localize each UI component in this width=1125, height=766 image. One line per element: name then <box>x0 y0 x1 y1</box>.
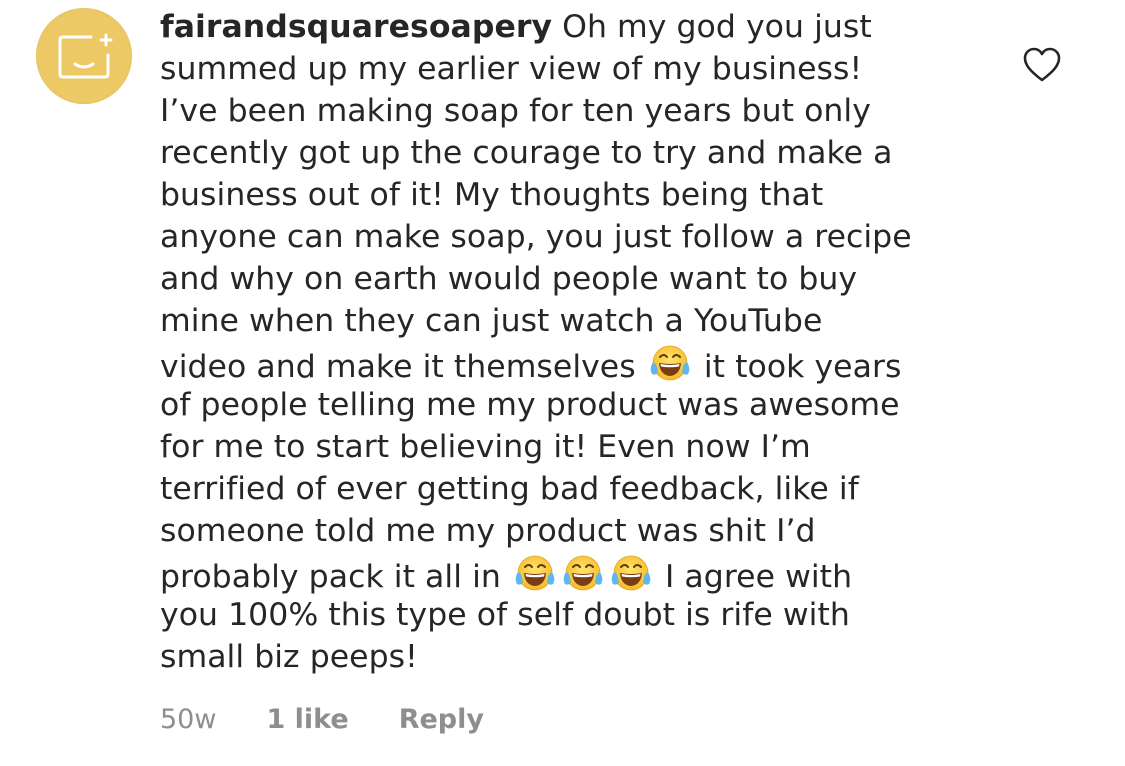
comment-line: recently got up the courage to try and m… <box>160 135 893 171</box>
comment-item: fairandsquaresoapery Oh my god you just … <box>0 0 1125 766</box>
heart-icon[interactable] <box>1022 46 1062 84</box>
comment-line: probably pack it all in I agree with <box>160 552 970 596</box>
face-with-tears-of-joy-icon <box>561 552 605 596</box>
comment-line: video and make it themselves it took yea… <box>160 342 970 386</box>
comment-line: business out of it! My thoughts being th… <box>160 177 824 213</box>
comment-line-text: I agree with <box>654 559 853 595</box>
comment-text: fairandsquaresoapery Oh my god you just … <box>160 6 970 678</box>
comment-age: 50w <box>160 704 217 735</box>
avatar[interactable] <box>36 8 132 104</box>
comment-line: I’ve been making soap for ten years but … <box>160 93 871 129</box>
comment-line: small biz peeps! <box>160 639 418 675</box>
comment-line-text: it took years <box>693 349 902 385</box>
comment-username[interactable]: fairandsquaresoapery <box>160 9 552 45</box>
reply-button[interactable]: Reply <box>399 700 484 740</box>
comment-line: summed up my earlier view of my business… <box>160 51 863 87</box>
comment-meta: 50w 1 like Reply <box>160 700 534 740</box>
comment-line-text: probably pack it all in <box>160 559 511 595</box>
add-photo-icon <box>58 33 113 79</box>
comment-line: anyone can make soap, you just follow a … <box>160 219 912 255</box>
comment-line: for me to start believing it! Even now I… <box>160 429 811 465</box>
comment-line-text: video and make it themselves <box>160 349 646 385</box>
comment-line: mine when they can just watch a YouTube <box>160 303 823 339</box>
comment-line: terrified of ever getting bad feedback, … <box>160 471 859 507</box>
likes-count-link[interactable]: 1 like <box>266 700 348 740</box>
comment-line: of people telling me my product was awes… <box>160 387 900 423</box>
face-with-tears-of-joy-icon <box>648 342 692 386</box>
face-with-tears-of-joy-icon <box>609 552 653 596</box>
comment-line: someone told me my product was shit I’d <box>160 513 816 549</box>
comment-line: and why on earth would people want to bu… <box>160 261 858 297</box>
comment-line: you 100% this type of self doubt is rife… <box>160 597 850 633</box>
comment-line-text: Oh my god you just <box>552 9 872 45</box>
face-with-tears-of-joy-icon <box>513 552 557 596</box>
comment-line: fairandsquaresoapery Oh my god you just <box>160 6 970 48</box>
